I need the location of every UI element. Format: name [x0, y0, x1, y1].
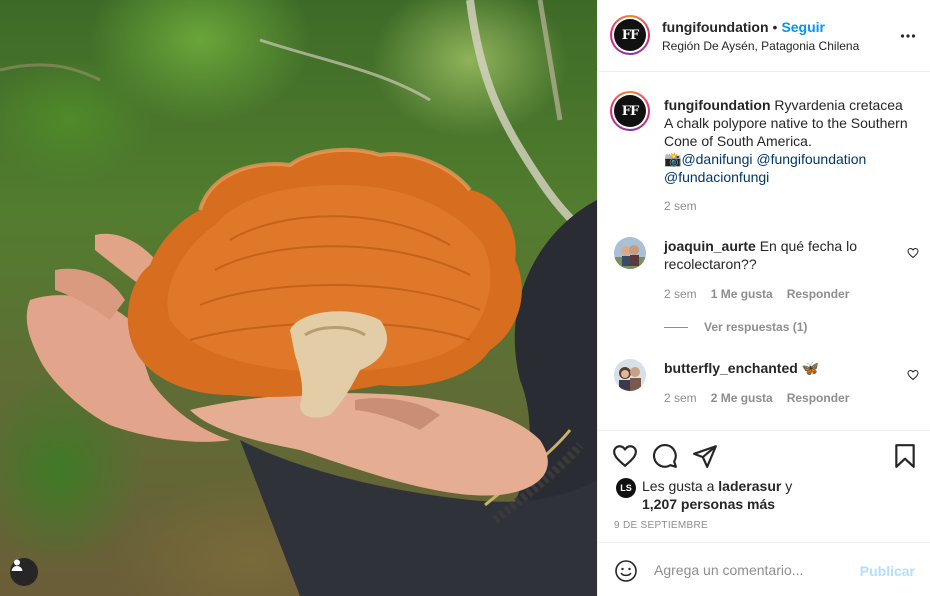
profile-icon[interactable]: [10, 558, 38, 586]
likes-prefix: Les gusta a: [642, 478, 715, 494]
butterfly-emoji: 🦋: [801, 360, 820, 376]
comment-username[interactable]: butterfly_enchanted: [664, 360, 798, 376]
comment-time[interactable]: 2 sem: [664, 287, 697, 301]
post-date[interactable]: 9 DE SEPTIEMBRE: [614, 520, 708, 531]
caption-time[interactable]: 2 sem: [664, 199, 697, 213]
likes-conj: y: [785, 478, 793, 494]
view-replies-button[interactable]: Ver respuestas (1): [664, 320, 807, 334]
liker-avatar[interactable]: LS: [616, 478, 636, 498]
liker-username[interactable]: laderasur: [718, 478, 781, 494]
author-username[interactable]: fungifoundation: [662, 19, 769, 35]
reply-button[interactable]: Responder: [787, 287, 850, 301]
comment-text: joaquin_aurte En qué fecha lo recolectar…: [664, 237, 894, 273]
mention-danifungi[interactable]: @danifungi: [681, 151, 752, 167]
comment-likes[interactable]: 1 Me gusta: [711, 287, 773, 301]
likes-summary: Les gusta a laderasur y 1,207 personas m…: [642, 477, 902, 513]
post-details-panel: FF fungifoundation • Seguir Región De Aysé…: [597, 0, 930, 596]
reply-button[interactable]: Responder: [787, 391, 850, 405]
replies-divider: [664, 326, 688, 328]
commenter-avatar[interactable]: [614, 237, 646, 269]
caption-text: fungifoundation Ryvardenia cretacea A ch…: [664, 96, 924, 186]
comment-meta: 2 sem 1 Me gusta Responder: [664, 287, 849, 301]
share-icon[interactable]: [692, 443, 718, 469]
comments-section[interactable]: FF fungifoundation Ryvardenia cretacea A…: [598, 73, 930, 429]
caption-line2: A chalk polypore native to the Southern …: [664, 115, 908, 149]
emoji-icon[interactable]: [614, 559, 638, 583]
author-line: fungifoundation • Seguir: [662, 19, 825, 35]
comment-username[interactable]: joaquin_aurte: [664, 238, 756, 254]
add-comment-bar: Publicar: [598, 542, 930, 596]
post-location[interactable]: Región De Aysén, Patagonia Chilena: [662, 39, 859, 53]
commenter-avatar[interactable]: [614, 359, 646, 391]
comment-heart-icon[interactable]: [907, 247, 919, 259]
bookmark-icon[interactable]: [892, 443, 918, 469]
likes-count[interactable]: 1,207 personas más: [642, 496, 775, 512]
view-replies-label: Ver respuestas (1): [704, 320, 808, 334]
mention-fundacionfungi[interactable]: @fundacionfungi: [664, 169, 769, 185]
comment-time[interactable]: 2 sem: [664, 391, 697, 405]
comment-icon[interactable]: [652, 443, 678, 469]
avatar-initials: FF: [614, 19, 646, 51]
separator-dot: •: [772, 19, 778, 35]
caption-username[interactable]: fungifoundation: [664, 97, 771, 113]
heart-icon[interactable]: [612, 443, 638, 469]
follow-button[interactable]: Seguir: [781, 19, 825, 35]
post-actions: LS Les gusta a laderasur y 1,207 persona…: [598, 430, 930, 542]
caption-author-avatar[interactable]: FF: [610, 91, 650, 131]
post-header: FF fungifoundation • Seguir Región De Aysé…: [598, 0, 930, 72]
comment-likes[interactable]: 2 Me gusta: [711, 391, 773, 405]
publish-button[interactable]: Publicar: [860, 563, 915, 579]
comment-text: butterfly_enchanted 🦋: [664, 359, 894, 377]
avatar-initials: FF: [614, 95, 646, 127]
mention-fungifoundation[interactable]: @fungifoundation: [756, 151, 866, 167]
comment-meta: 2 sem 2 Me gusta Responder: [664, 391, 849, 405]
caption-line1: Ryvardenia cretacea: [774, 97, 903, 113]
comment-heart-icon[interactable]: [907, 369, 919, 381]
camera-emoji: 📸: [664, 151, 682, 167]
comment-input[interactable]: [654, 559, 854, 581]
mushroom-in-hands-image: [0, 0, 597, 596]
author-avatar[interactable]: FF: [610, 15, 650, 55]
post-photo[interactable]: [0, 0, 597, 596]
more-options-icon[interactable]: [900, 28, 916, 44]
